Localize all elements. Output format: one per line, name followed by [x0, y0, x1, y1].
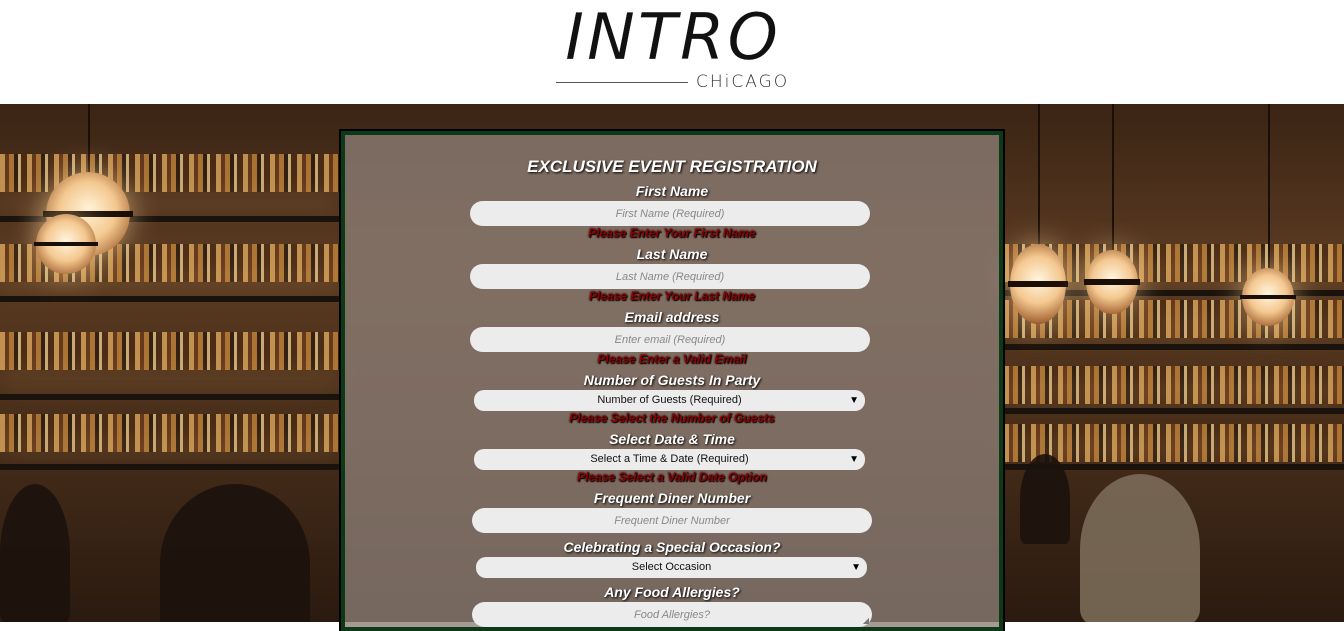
last-name-input[interactable]	[470, 264, 870, 289]
bottle-shelf	[0, 332, 340, 370]
shelf	[1004, 408, 1344, 414]
shelf	[0, 464, 340, 470]
lamp-cord	[1268, 104, 1270, 268]
allergies-textarea-wrap: ◢	[472, 602, 872, 627]
person-silhouette	[160, 484, 310, 622]
form-title: EXCLUSIVE EVENT REGISTRATION	[527, 157, 817, 176]
first-name-error: Please Enter Your First Name	[588, 226, 756, 240]
lamp-cord	[1112, 104, 1114, 250]
lamp-cord	[88, 104, 90, 174]
datetime-label: Select Date & Time	[609, 431, 735, 447]
email-label: Email address	[624, 309, 720, 325]
logo-city: CHiCAGO	[696, 72, 790, 92]
person-silhouette	[0, 484, 70, 622]
dropdown-arrow-icon: ▼	[849, 454, 859, 465]
diner-number-input[interactable]	[472, 508, 872, 533]
shelf	[0, 296, 340, 302]
bottle-shelf	[1004, 366, 1344, 404]
occasion-select[interactable]: Select Occasion ▼	[476, 557, 867, 578]
guests-error: Please Select the Number of Guests	[569, 411, 775, 425]
pendant-lamp	[1083, 250, 1141, 314]
person-silhouette	[1020, 454, 1070, 544]
last-name-label: Last Name	[636, 246, 708, 262]
shelf	[1004, 344, 1344, 350]
shelf	[0, 394, 340, 400]
registration-form-panel: EXCLUSIVE EVENT REGISTRATION First Name …	[339, 129, 1005, 631]
allergies-label: Any Food Allergies?	[604, 584, 740, 600]
bottle-shelf	[0, 414, 340, 452]
guests-label: Number of Guests In Party	[583, 372, 761, 388]
guests-select[interactable]: Number of Guests (Required) ▼	[474, 390, 865, 411]
logo-wordmark: INTRO	[565, 1, 781, 75]
first-name-input[interactable]	[470, 201, 870, 226]
pendant-lamp	[1239, 268, 1297, 326]
allergies-textarea[interactable]	[472, 602, 872, 627]
pendant-lamp	[33, 214, 99, 274]
last-name-error: Please Enter Your Last Name	[588, 289, 756, 303]
intro-chicago-logo[interactable]: INTRO CHiCAGO	[556, 0, 796, 104]
dropdown-arrow-icon: ▼	[851, 562, 861, 573]
first-name-label: First Name	[635, 183, 709, 199]
occasion-select-value: Select Occasion	[631, 561, 712, 573]
datetime-select-value: Select a Time & Date (Required)	[590, 453, 749, 465]
bottle-shelf	[0, 154, 340, 192]
pendant-lamp	[1007, 244, 1069, 324]
resize-handle-icon[interactable]: ◢	[863, 617, 869, 625]
lamp-cord	[1038, 104, 1040, 244]
bottle-shelf	[1004, 424, 1344, 462]
site-header: INTRO CHiCAGO	[0, 0, 1344, 104]
guests-select-value: Number of Guests (Required)	[597, 394, 742, 406]
occasion-label: Celebrating a Special Occasion?	[563, 539, 781, 555]
dropdown-arrow-icon: ▼	[849, 395, 859, 406]
datetime-select[interactable]: Select a Time & Date (Required) ▼	[474, 449, 865, 470]
email-error: Please Enter a Valid Email	[597, 352, 747, 366]
diner-number-label: Frequent Diner Number	[593, 490, 751, 506]
logo-rule	[556, 82, 688, 83]
email-input[interactable]	[470, 327, 870, 352]
datetime-error: Please Select a Valid Date Option	[577, 470, 767, 484]
person-silhouette	[1080, 474, 1200, 622]
